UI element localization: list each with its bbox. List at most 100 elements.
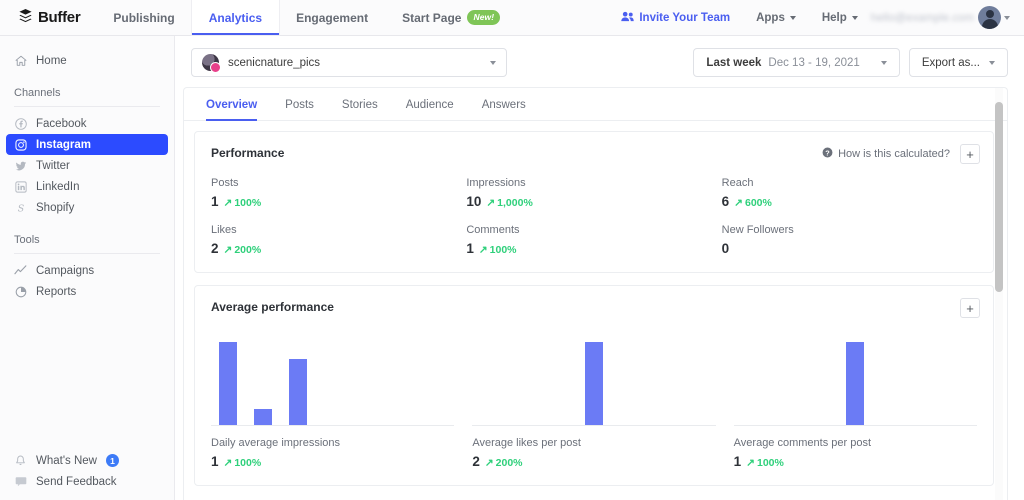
chevron-down-icon [989, 60, 995, 65]
app-body: Home Channels Facebook Instagram Twitter… [0, 36, 1024, 500]
sidebar-item-linkedin[interactable]: LinkedIn [6, 176, 168, 197]
sidebar-item-campaigns-label: Campaigns [36, 264, 95, 277]
how-is-this-calculated-link[interactable]: ? How is this calculated? [822, 147, 950, 161]
account-menu[interactable] [978, 6, 1016, 29]
nav-item-analytics[interactable]: Analytics [191, 0, 280, 35]
average-performance-charts: Daily average impressions 1 ↗ 100% Averag… [211, 334, 977, 469]
chevron-down-icon [1004, 15, 1010, 20]
toolbar-right-controls: Last week Dec 13 - 19, 2021 Export as... [693, 48, 1008, 77]
invite-team-icon [621, 11, 635, 25]
bar [219, 342, 238, 425]
linkedin-icon [14, 180, 27, 193]
main-nav-items: Publishing Analytics Engagement Start Pa… [96, 0, 517, 35]
main-content: scenicnature_pics Last week Dec 13 - 19,… [175, 36, 1024, 500]
metric-comments-label: Comments [466, 224, 520, 236]
tab-stories[interactable]: Stories [328, 88, 392, 120]
scrollbar-thumb[interactable] [995, 102, 1003, 292]
bar-slot [646, 334, 681, 425]
sidebar-item-campaigns[interactable]: Campaigns [6, 260, 168, 281]
tab-overview-label: Overview [206, 99, 258, 111]
sidebar-divider [14, 106, 160, 107]
date-range-picker[interactable]: Last week Dec 13 - 19, 2021 [693, 48, 900, 77]
sidebar-item-facebook[interactable]: Facebook [6, 113, 168, 134]
account-selector[interactable]: scenicnature_pics [191, 48, 507, 77]
svg-text:?: ? [825, 148, 830, 157]
bar-chart-1 [472, 334, 716, 426]
sidebar-item-whats-new[interactable]: What's New 1 [6, 450, 168, 471]
instagram-icon [14, 138, 27, 151]
performance-card-tools: ? How is this calculated? + [822, 144, 980, 164]
tab-posts[interactable]: Posts [271, 88, 328, 120]
home-icon [14, 54, 27, 67]
bar-slot [681, 334, 716, 425]
performance-card: Performance ? How is this calculated? + [194, 131, 994, 273]
chart-0-label: Daily average impressions [211, 437, 340, 449]
sidebar-item-reports[interactable]: Reports [6, 281, 168, 302]
invite-your-team-button[interactable]: Invite Your Team [608, 0, 743, 36]
metric-new-followers: New Followers 0 [722, 224, 977, 256]
info-icon: ? [822, 147, 833, 161]
sidebar-item-shopify[interactable]: S Shopify [6, 197, 168, 218]
tab-audience-label: Audience [405, 99, 454, 111]
export-as-button[interactable]: Export as... [908, 48, 1008, 77]
nav-item-engagement-label: Engagement [296, 10, 369, 25]
sidebar-item-twitter[interactable]: Twitter [6, 155, 168, 176]
add-average-metric-button[interactable]: + [960, 298, 980, 318]
tab-posts-label: Posts [285, 99, 314, 111]
bar-slot [768, 334, 803, 425]
plus-icon: + [966, 146, 974, 162]
metric-reach: Reach 6 ↗ 600% [722, 177, 977, 209]
help-menu-label: Help [821, 11, 847, 24]
twitter-icon [14, 159, 27, 172]
metric-likes-value: 2 [211, 241, 219, 256]
sidebar-item-home-label: Home [36, 54, 67, 67]
sidebar-heading-tools: Tools [14, 234, 40, 246]
sidebar-item-instagram[interactable]: Instagram [6, 134, 168, 155]
top-navigation-bar: Buffer Publishing Analytics Engagement S… [0, 0, 1024, 36]
metric-likes-change: ↗ 200% [223, 244, 262, 256]
add-performance-metric-button[interactable]: + [960, 144, 980, 164]
bar-slot [350, 334, 385, 425]
average-performance-card-tools: + [960, 298, 980, 318]
metric-impressions: Impressions 10 ↗ 1,000% [466, 177, 721, 209]
buffer-logo-icon [18, 8, 33, 28]
trend-up-icon: ↗ [486, 197, 496, 209]
tab-overview[interactable]: Overview [192, 88, 271, 121]
chart-daily-average-impressions: Daily average impressions 1 ↗ 100% [211, 334, 455, 469]
nav-item-start-page[interactable]: Start Page New! [385, 0, 517, 35]
chart-average-comments-per-post: Average comments per post 1 ↗ 100% [733, 334, 977, 469]
reports-icon [14, 285, 27, 298]
help-menu[interactable]: Help [809, 0, 871, 36]
sidebar-item-send-feedback-label: Send Feedback [36, 475, 117, 488]
average-performance-card: Average performance + Daily average impr… [194, 285, 994, 486]
buffer-wordmark: Buffer [38, 9, 81, 26]
metric-likes-label: Likes [211, 224, 237, 236]
nav-item-publishing[interactable]: Publishing [96, 0, 191, 35]
tab-answers[interactable]: Answers [468, 88, 540, 120]
sidebar-bottom-section: What's New 1 Send Feedback [0, 450, 174, 500]
sidebar-item-reports-label: Reports [36, 285, 77, 298]
chart-average-likes-per-post: Average likes per post 2 ↗ 200% [472, 334, 716, 469]
sidebar-item-send-feedback[interactable]: Send Feedback [6, 471, 168, 492]
panel-scrollbar[interactable] [995, 88, 1003, 500]
sidebar-item-home[interactable]: Home [6, 50, 168, 71]
facebook-icon [14, 117, 27, 130]
account-selector-label: scenicnature_pics [228, 56, 321, 69]
top-nav-right: Invite Your Team Apps Help hello@example… [608, 0, 1024, 35]
avatar [978, 6, 1001, 29]
nav-item-engagement[interactable]: Engagement [279, 0, 385, 35]
apps-menu[interactable]: Apps [743, 0, 809, 36]
trend-up-icon: ↗ [478, 244, 488, 256]
bar-slot [472, 334, 507, 425]
bar-slot [281, 334, 316, 425]
analytics-tabs: Overview Posts Stories Audience Answers [184, 88, 1007, 121]
chart-1-label: Average likes per post [472, 437, 581, 449]
metric-impressions-value: 10 [466, 194, 482, 209]
bar-slot [246, 334, 281, 425]
sidebar-item-facebook-label: Facebook [36, 117, 87, 130]
metric-comments-change: ↗ 100% [478, 244, 517, 256]
date-range-label: Dec 13 - 19, 2021 [768, 56, 860, 69]
buffer-logo[interactable]: Buffer [0, 0, 96, 35]
tab-audience[interactable]: Audience [392, 88, 468, 120]
bar-slot [211, 334, 246, 425]
